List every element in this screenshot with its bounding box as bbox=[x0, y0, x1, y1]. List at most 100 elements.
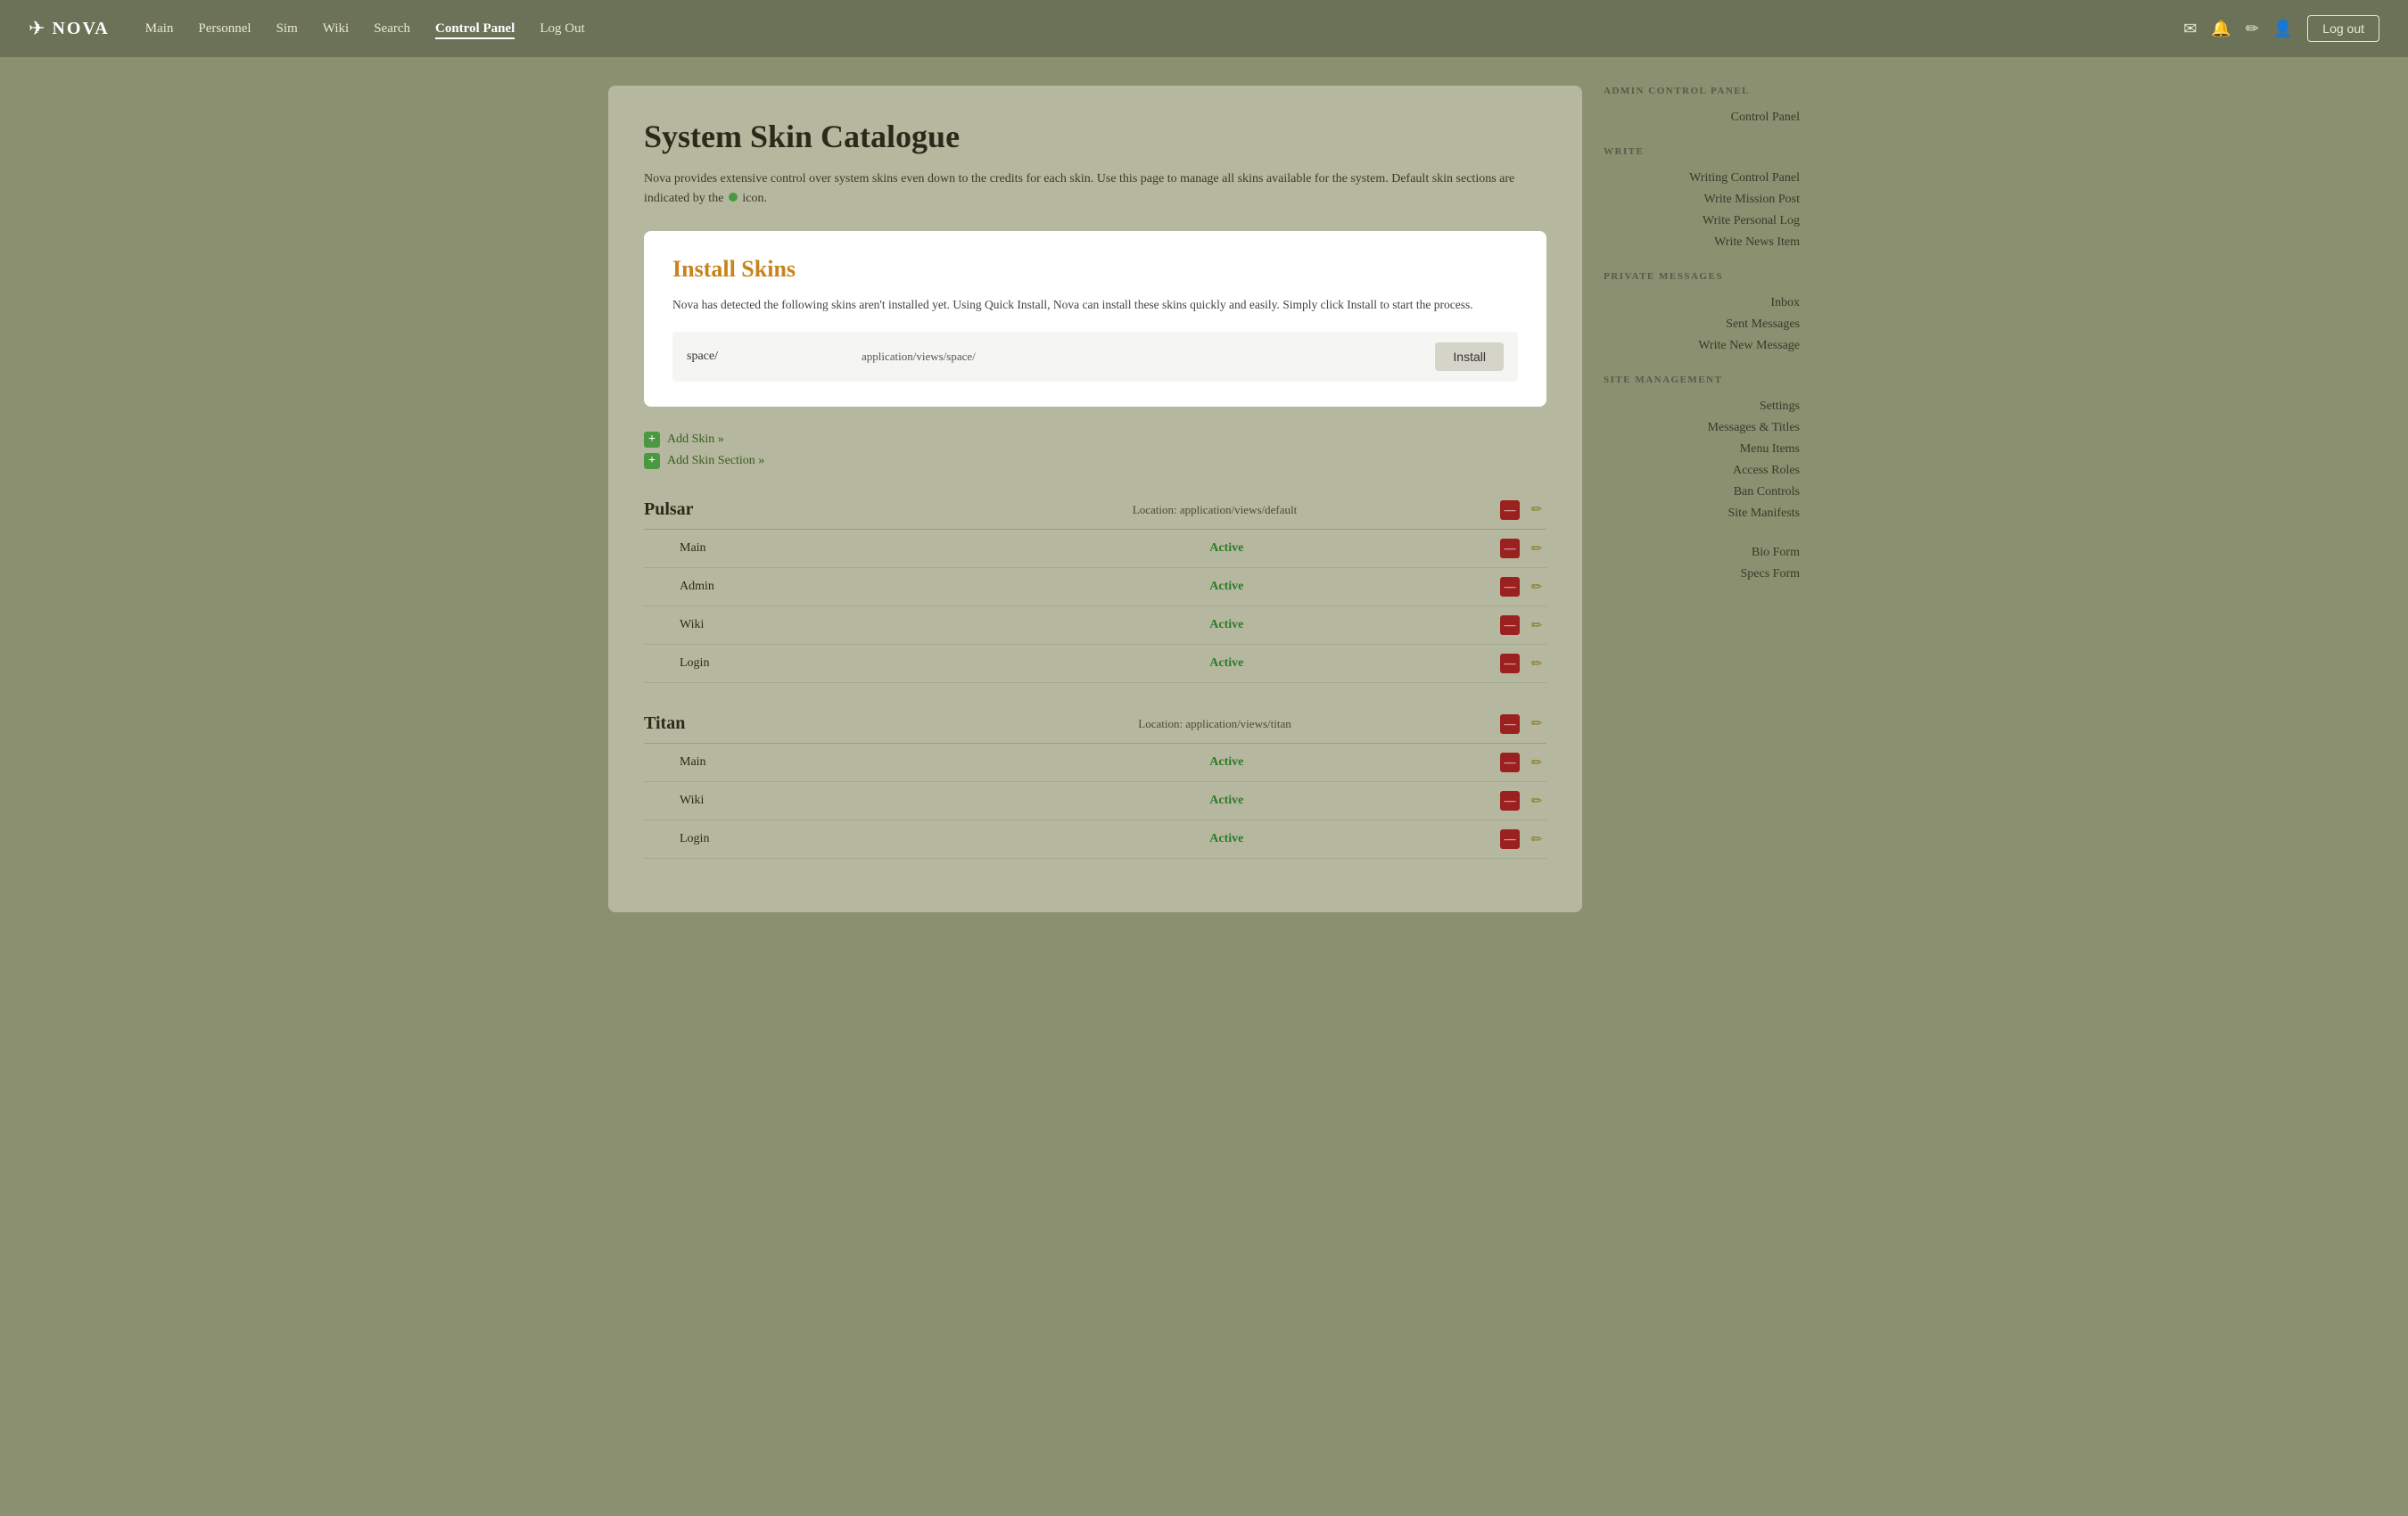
nav-links: Main Personnel Sim Wiki Search Control P… bbox=[145, 21, 2184, 37]
pulsar-wiki-name: Wiki bbox=[680, 618, 953, 632]
sidebar-section-forms: Bio Form Specs Form bbox=[1604, 542, 1800, 585]
green-dot-icon bbox=[729, 193, 738, 202]
titan-login-name: Login bbox=[680, 832, 953, 846]
pulsar-admin-delete-icon[interactable]: — bbox=[1500, 577, 1520, 597]
action-links: + Add Skin » + Add Skin Section » bbox=[644, 432, 1546, 469]
titan-login-status: Active bbox=[953, 832, 1500, 846]
titan-wiki-name: Wiki bbox=[680, 794, 953, 808]
pulsar-skin-login: Login Active — ✏ bbox=[644, 645, 1546, 683]
pulsar-main-actions: — ✏ bbox=[1500, 539, 1546, 558]
install-skins-panel: Install Skins Nova has detected the foll… bbox=[644, 231, 1546, 408]
sidebar-item-ban-controls[interactable]: Ban Controls bbox=[1604, 482, 1800, 503]
main-content: System Skin Catalogue Nova provides exte… bbox=[608, 86, 1582, 912]
skin-group-header-titan: Titan Location: application/views/titan … bbox=[644, 704, 1546, 744]
sidebar-private-messages-title: PRIVATE MESSAGES bbox=[1604, 271, 1800, 285]
nav-logout[interactable]: Log Out bbox=[540, 21, 584, 36]
pulsar-main-edit-icon[interactable]: ✏ bbox=[1527, 539, 1546, 558]
install-button[interactable]: Install bbox=[1435, 342, 1504, 371]
sidebar-admin-title: ADMIN CONTROL PANEL bbox=[1604, 86, 1800, 100]
edit-icon[interactable]: ✏ bbox=[2246, 20, 2259, 38]
add-skin-link[interactable]: + Add Skin » bbox=[644, 432, 1546, 448]
sidebar-section-admin: ADMIN CONTROL PANEL Control Panel bbox=[1604, 86, 1800, 128]
pulsar-wiki-status: Active bbox=[953, 618, 1500, 632]
pulsar-admin-edit-icon[interactable]: ✏ bbox=[1527, 577, 1546, 597]
pulsar-login-name: Login bbox=[680, 656, 953, 671]
sidebar-section-site-management: SITE MANAGEMENT Settings Messages & Titl… bbox=[1604, 375, 1800, 524]
pulsar-main-name: Main bbox=[680, 541, 953, 556]
add-skin-section-link[interactable]: + Add Skin Section » bbox=[644, 453, 1546, 469]
logo-text: NOVA bbox=[52, 19, 109, 39]
titan-main-delete-icon[interactable]: — bbox=[1500, 753, 1520, 772]
sidebar-item-write-personal-log[interactable]: Write Personal Log bbox=[1604, 210, 1800, 232]
titan-delete-icon[interactable]: — bbox=[1500, 714, 1520, 734]
sidebar-write-title: WRITE bbox=[1604, 146, 1800, 161]
titan-wiki-status: Active bbox=[953, 794, 1500, 808]
nav-sim[interactable]: Sim bbox=[276, 21, 298, 36]
logo[interactable]: ✈ NOVA bbox=[29, 17, 110, 40]
pulsar-wiki-edit-icon[interactable]: ✏ bbox=[1527, 615, 1546, 635]
bell-icon[interactable]: 🔔 bbox=[2211, 20, 2231, 38]
mail-envelope-icon[interactable]: ✉ bbox=[2183, 20, 2197, 38]
sidebar-item-write-new-message[interactable]: Write New Message bbox=[1604, 335, 1800, 357]
sidebar-item-writing-control-panel[interactable]: Writing Control Panel bbox=[1604, 168, 1800, 189]
titan-actions: — ✏ bbox=[1500, 714, 1546, 734]
nav-control-panel[interactable]: Control Panel bbox=[435, 21, 515, 39]
pulsar-admin-status: Active bbox=[953, 580, 1500, 594]
nav-personnel[interactable]: Personnel bbox=[198, 21, 251, 36]
skin-group-pulsar: Pulsar Location: application/views/defau… bbox=[644, 490, 1546, 683]
pulsar-admin-name: Admin bbox=[680, 580, 953, 594]
sidebar-section-private-messages: PRIVATE MESSAGES Inbox Sent Messages Wri… bbox=[1604, 271, 1800, 357]
pulsar-delete-icon[interactable]: — bbox=[1500, 500, 1520, 520]
sidebar-item-access-roles[interactable]: Access Roles bbox=[1604, 460, 1800, 482]
pulsar-login-status: Active bbox=[953, 656, 1500, 671]
nav-wiki[interactable]: Wiki bbox=[323, 21, 349, 36]
titan-wiki-edit-icon[interactable]: ✏ bbox=[1527, 791, 1546, 811]
sidebar-item-menu-items[interactable]: Menu Items bbox=[1604, 439, 1800, 460]
pulsar-skin-wiki: Wiki Active — ✏ bbox=[644, 606, 1546, 645]
install-skin-path: application/views/space/ bbox=[862, 350, 1421, 364]
add-skin-icon: + bbox=[644, 432, 660, 448]
logout-button[interactable]: Log out bbox=[2307, 15, 2379, 42]
page-title: System Skin Catalogue bbox=[644, 118, 1546, 155]
pulsar-skin-main: Main Active — ✏ bbox=[644, 530, 1546, 568]
pulsar-location: Location: application/views/default bbox=[929, 503, 1500, 517]
pulsar-wiki-delete-icon[interactable]: — bbox=[1500, 615, 1520, 635]
pulsar-login-actions: — ✏ bbox=[1500, 654, 1546, 673]
titan-login-actions: — ✏ bbox=[1500, 829, 1546, 849]
pulsar-login-edit-icon[interactable]: ✏ bbox=[1527, 654, 1546, 673]
user-icon[interactable]: 👤 bbox=[2273, 20, 2293, 38]
titan-skin-login: Login Active — ✏ bbox=[644, 820, 1546, 859]
sidebar-item-write-news-item[interactable]: Write News Item bbox=[1604, 232, 1800, 253]
pulsar-wiki-actions: — ✏ bbox=[1500, 615, 1546, 635]
sidebar-item-control-panel[interactable]: Control Panel bbox=[1604, 107, 1800, 128]
top-navigation: ✈ NOVA Main Personnel Sim Wiki Search Co… bbox=[0, 0, 2408, 57]
sidebar-item-messages-titles[interactable]: Messages & Titles bbox=[1604, 417, 1800, 439]
titan-login-delete-icon[interactable]: — bbox=[1500, 829, 1520, 849]
titan-main-actions: — ✏ bbox=[1500, 753, 1546, 772]
pulsar-login-delete-icon[interactable]: — bbox=[1500, 654, 1520, 673]
sidebar-item-specs-form[interactable]: Specs Form bbox=[1604, 564, 1800, 585]
pulsar-main-delete-icon[interactable]: — bbox=[1500, 539, 1520, 558]
titan-main-edit-icon[interactable]: ✏ bbox=[1527, 753, 1546, 772]
pulsar-actions: — ✏ bbox=[1500, 500, 1546, 520]
add-skin-section-icon: + bbox=[644, 453, 660, 469]
sidebar-item-site-manifests[interactable]: Site Manifests bbox=[1604, 503, 1800, 524]
pulsar-name: Pulsar bbox=[644, 499, 929, 520]
titan-login-edit-icon[interactable]: ✏ bbox=[1527, 829, 1546, 849]
nav-search[interactable]: Search bbox=[374, 21, 410, 36]
sidebar-item-inbox[interactable]: Inbox bbox=[1604, 292, 1800, 314]
titan-wiki-delete-icon[interactable]: — bbox=[1500, 791, 1520, 811]
sidebar-item-write-mission-post[interactable]: Write Mission Post bbox=[1604, 189, 1800, 210]
sidebar-section-write: WRITE Writing Control Panel Write Missio… bbox=[1604, 146, 1800, 253]
install-title: Install Skins bbox=[672, 256, 1518, 283]
sidebar-item-sent-messages[interactable]: Sent Messages bbox=[1604, 314, 1800, 335]
sidebar-item-settings[interactable]: Settings bbox=[1604, 396, 1800, 417]
titan-name: Titan bbox=[644, 713, 929, 734]
titan-edit-icon[interactable]: ✏ bbox=[1527, 714, 1546, 734]
page-wrapper: System Skin Catalogue Nova provides exte… bbox=[580, 57, 1828, 941]
add-skin-label: Add Skin » bbox=[667, 433, 724, 447]
nav-main[interactable]: Main bbox=[145, 21, 174, 36]
sidebar-site-management-title: SITE MANAGEMENT bbox=[1604, 375, 1800, 389]
pulsar-edit-icon[interactable]: ✏ bbox=[1527, 500, 1546, 520]
sidebar-item-bio-form[interactable]: Bio Form bbox=[1604, 542, 1800, 564]
